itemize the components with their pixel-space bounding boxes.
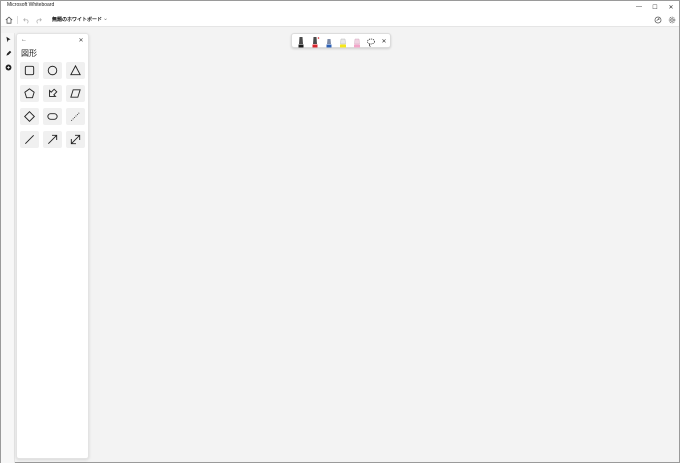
triangle-icon [70, 64, 81, 76]
yellow-highlighter-button[interactable] [337, 35, 349, 48]
rounded-rect-icon [47, 113, 58, 120]
highlighter-icon [354, 38, 360, 48]
board-name[interactable]: 無題のホワイトボード [52, 16, 102, 23]
panel-heading: 図形 [21, 49, 37, 58]
diamond-icon [24, 111, 35, 122]
minimize-button[interactable]: — [631, 1, 647, 13]
double-arrow-shape-button[interactable] [66, 131, 85, 148]
pentagon-shape-button[interactable] [20, 85, 39, 102]
add-circle-icon[interactable] [3, 62, 13, 72]
gear-icon[interactable] [667, 15, 677, 25]
parallelogram-icon [70, 89, 81, 98]
triangle-shape-button[interactable] [66, 62, 85, 79]
parallelogram-shape-button[interactable] [66, 85, 85, 102]
appbar-divider [17, 16, 18, 24]
back-arrow-icon[interactable]: ← [20, 36, 28, 44]
home-icon[interactable] [4, 15, 14, 25]
rounded-rect-shape-button[interactable] [43, 108, 62, 125]
arrow-icon [47, 134, 58, 145]
whiteboard-window: Microsoft Whiteboard — ☐ ✕ 無題のホワイトボード ⌄ [0, 0, 680, 463]
dotted-line-icon [71, 112, 80, 121]
pen-icon[interactable] [3, 48, 13, 58]
share-icon[interactable] [653, 15, 663, 25]
line-icon [24, 134, 35, 145]
arrow-pentagon-shape-button[interactable] [43, 85, 62, 102]
ink-toolbar-close-button[interactable]: ✕ [378, 35, 390, 48]
panel-close-button[interactable]: ✕ [77, 36, 85, 44]
shapes-panel: ← ✕ 図形 [16, 33, 89, 459]
double-arrow-icon [70, 134, 81, 145]
window-title: Microsoft Whiteboard [7, 2, 55, 8]
blue-pen-button[interactable] [323, 35, 335, 48]
app-bar: 無題のホワイトボード ⌄ [1, 13, 679, 27]
maximize-button[interactable]: ☐ [647, 1, 663, 13]
whiteboard-canvas[interactable] [89, 28, 679, 462]
diamond-shape-button[interactable] [20, 108, 39, 125]
circle-shape-button[interactable] [43, 62, 62, 79]
select-pointer-icon[interactable] [3, 34, 13, 44]
pen-icon [326, 39, 332, 48]
left-tool-rail [1, 33, 15, 463]
dotted-line-shape-button[interactable] [66, 108, 85, 125]
highlighter-icon [340, 38, 346, 48]
arrow-shape-button[interactable] [43, 131, 62, 148]
circle-icon [47, 65, 58, 76]
close-button[interactable]: ✕ [663, 1, 679, 13]
lasso-icon[interactable] [365, 35, 377, 48]
line-shape-button[interactable] [20, 131, 39, 148]
redo-icon[interactable] [33, 15, 43, 25]
title-bar: Microsoft Whiteboard — ☐ ✕ [1, 1, 679, 13]
ink-toolbar: ✕ [291, 33, 391, 48]
rectangle-shape-button[interactable] [20, 62, 39, 79]
undo-icon[interactable] [21, 15, 31, 25]
pentagon-icon [24, 88, 35, 99]
chevron-down-icon[interactable]: ⌄ [103, 15, 108, 22]
pen-icon [298, 37, 304, 48]
arrow-pentagon-icon [49, 88, 58, 97]
rectangle-icon [24, 65, 35, 76]
red-pen-button[interactable] [309, 35, 321, 48]
pink-highlighter-button[interactable] [351, 35, 363, 48]
black-pen-button[interactable] [295, 35, 307, 48]
pen-icon [312, 37, 320, 48]
